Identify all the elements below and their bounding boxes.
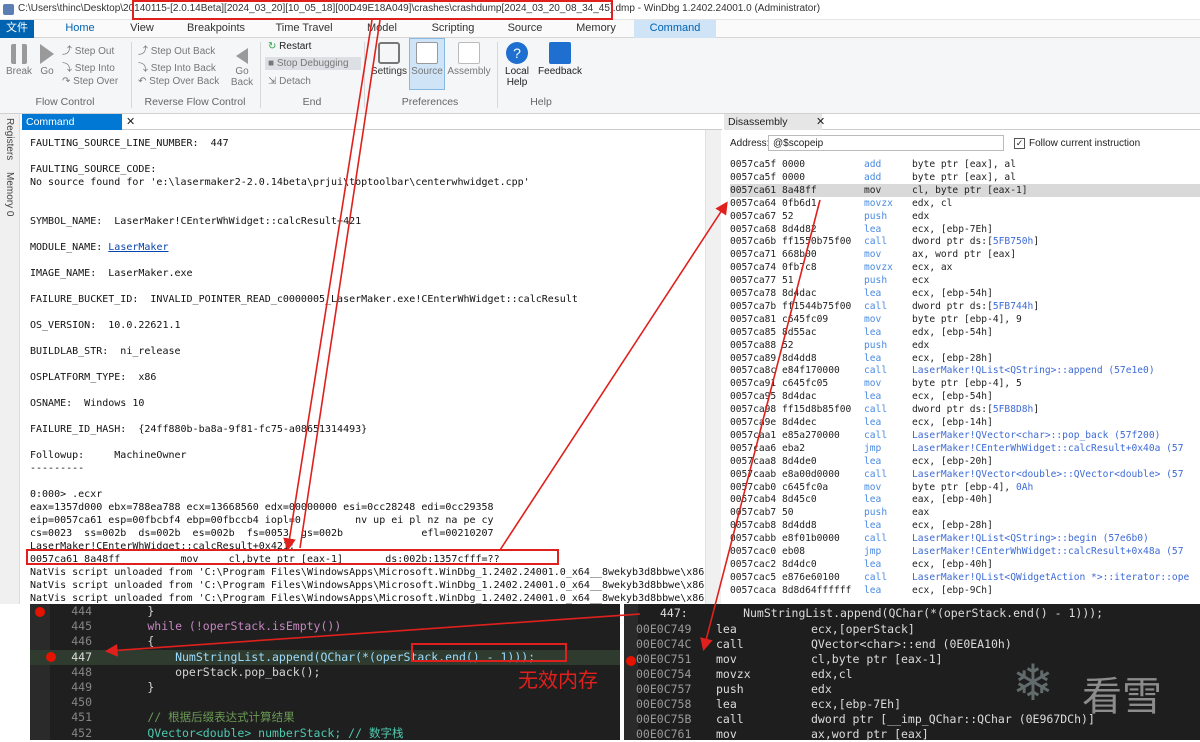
snowflake-icon: ❄ bbox=[1012, 655, 1054, 711]
arrow-to-source-line bbox=[104, 613, 641, 657]
annotation-arrows bbox=[104, 19, 821, 657]
watermark-text: 看雪 bbox=[1082, 675, 1162, 719]
watermark: ❄ 看雪 bbox=[1012, 654, 1200, 719]
arrow-path-to-instruction bbox=[283, 19, 373, 552]
arrow-path-to-instruction-2 bbox=[299, 19, 381, 549]
arrow-to-disassembly bbox=[499, 201, 728, 551]
arrow-to-asm-view bbox=[700, 199, 821, 652]
